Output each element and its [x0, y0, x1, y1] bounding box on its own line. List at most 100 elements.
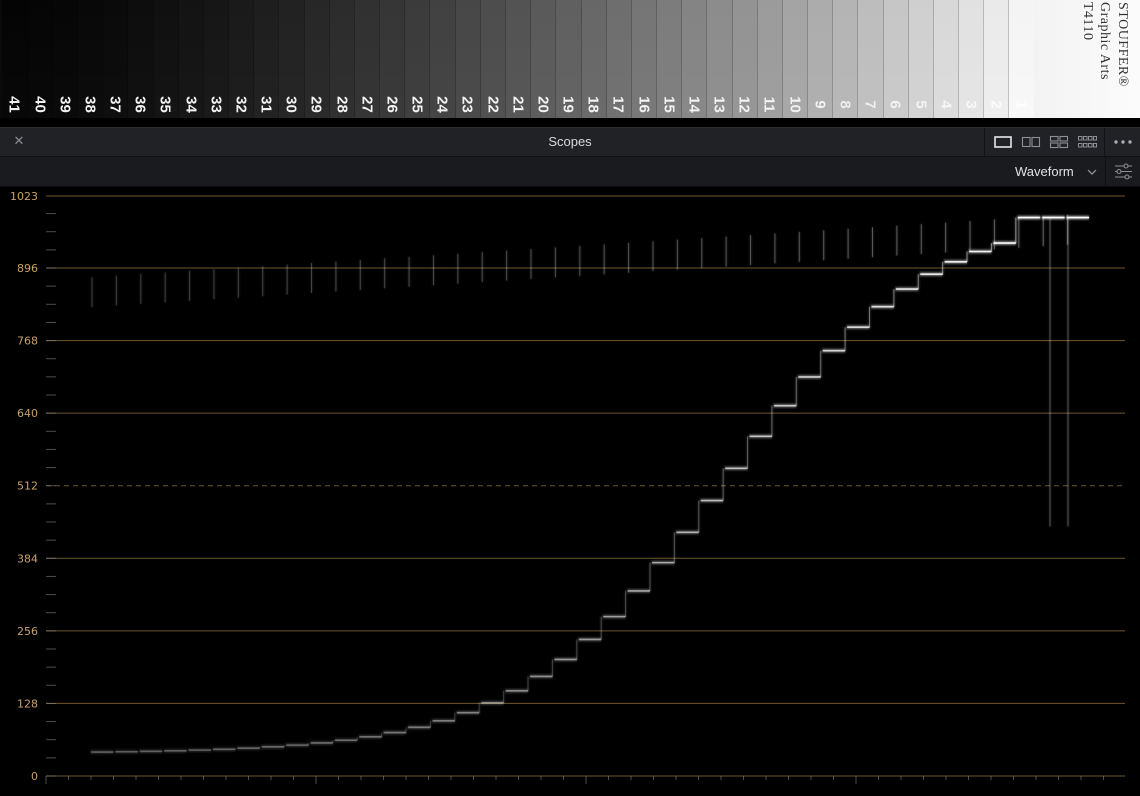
- wedge-step-number: 4: [937, 100, 955, 109]
- axis-label-256: 256: [17, 625, 38, 638]
- panel-title: Scopes: [548, 134, 592, 149]
- close-icon[interactable]: ✕: [10, 133, 28, 151]
- axis-label-0: 0: [31, 770, 38, 783]
- wedge-step-number: 37: [106, 96, 124, 113]
- wedge-step-number: 24: [433, 96, 451, 113]
- wedge-step: 23: [455, 0, 481, 118]
- wedge-step-number: 10: [786, 96, 804, 113]
- wedge-step: 18: [580, 0, 607, 118]
- wedge-step: 15: [656, 0, 683, 118]
- wedge-step-number: 14: [685, 96, 703, 113]
- wedge-step: 12: [731, 0, 758, 118]
- wedge-step-number: 21: [509, 96, 527, 113]
- wedge-step: 28: [329, 0, 355, 118]
- more-options-icon[interactable]: [1108, 128, 1140, 156]
- wedge-step: 17: [606, 0, 632, 118]
- axis-label-384: 384: [17, 552, 38, 565]
- wedge-step-number: 33: [207, 96, 225, 113]
- wedge-step: 13: [706, 0, 733, 118]
- wedge-step-number: 20: [534, 96, 552, 113]
- wedge-step: 8: [832, 0, 859, 118]
- wedge-step-number: 19: [559, 96, 577, 113]
- wedge-step-number: 22: [484, 96, 502, 113]
- wedge-step: 33: [203, 0, 230, 118]
- chevron-down-icon: [1087, 169, 1097, 175]
- wedge-step: 41: [2, 0, 28, 118]
- axis-label-896: 896: [17, 262, 38, 275]
- app-root: 1 2 3 4 5 6 7 8 9 10 11 12 13 14 15 16 17 18 19 20 21 22 23 24 2…: [0, 0, 1140, 796]
- wedge-step: 1: [1008, 0, 1035, 118]
- axis-label-512: 512: [17, 480, 38, 493]
- wedge-step: 6: [882, 0, 909, 118]
- wedge-step-number: 23: [458, 96, 476, 113]
- wedge-step: 5: [908, 0, 934, 118]
- wedge-step-number: 7: [861, 100, 879, 109]
- scope-type-dropdown[interactable]: Waveform: [1008, 157, 1104, 186]
- settings-sliders-icon[interactable]: [1105, 157, 1140, 186]
- layout-switcher: [984, 128, 1105, 156]
- wedge-step-number: 8: [836, 100, 854, 109]
- wedge-step-number: 12: [735, 96, 753, 113]
- wedge-step-number: 36: [131, 96, 149, 113]
- dual-view-icon[interactable]: [1019, 134, 1043, 150]
- wedge-step: 26: [379, 0, 406, 118]
- wedge-step: 20: [530, 0, 557, 118]
- wedge-step-number: 9: [811, 100, 829, 109]
- wedge-step: 27: [354, 0, 381, 118]
- wedge-step: 4: [933, 0, 960, 118]
- wedge-step-number: 27: [358, 96, 376, 113]
- wedge-step-number: 31: [257, 96, 275, 113]
- wedge-step-number: 39: [56, 96, 74, 113]
- waveform-graticule: 1023 896 768 640 512 384 256 128 0: [10, 190, 1125, 784]
- wedge-step: 22: [480, 0, 506, 118]
- quad-view-icon[interactable]: [1047, 134, 1071, 150]
- axis-label-640: 640: [17, 407, 38, 420]
- brand-line-3: T4110: [1080, 2, 1095, 41]
- scope-type-label: Waveform: [1015, 164, 1074, 179]
- wedge-step-number: 16: [635, 96, 653, 113]
- wedge-step: 35: [153, 0, 179, 118]
- wedge-step: 38: [77, 0, 104, 118]
- wedge-step-number: 32: [232, 96, 250, 113]
- stouffer-label: STOUFFER® Graphic Arts T4110: [1074, 2, 1134, 114]
- multi-view-icon[interactable]: [1075, 134, 1099, 150]
- wedge-step-number: 26: [383, 96, 401, 113]
- brand-line-2: Graphic Arts: [1097, 2, 1112, 80]
- wedge-step-number: 1: [1012, 100, 1030, 109]
- wedge-step: 3: [958, 0, 985, 118]
- wedge-step: 34: [178, 0, 204, 118]
- scopes-panel-header: ✕ Scopes: [0, 127, 1140, 157]
- wedge-step-number: 28: [333, 96, 351, 113]
- wedge-step-number: 2: [987, 100, 1005, 109]
- wedge-step-number: 18: [584, 96, 602, 113]
- wedge-step: 30: [278, 0, 305, 118]
- wedge-step-number: 11: [760, 96, 778, 113]
- wedge-step: 19: [555, 0, 582, 118]
- wedge-step: 31: [253, 0, 280, 118]
- wedge-step-number: 35: [156, 96, 174, 113]
- wedge-step-number: 38: [81, 96, 99, 113]
- wedge-step: 29: [304, 0, 330, 118]
- scope-toolbar: Waveform: [0, 157, 1140, 187]
- wedge-step: 10: [782, 0, 809, 118]
- axis-label-128: 128: [17, 697, 38, 710]
- brand-line-1: STOUFFER®: [1115, 2, 1130, 87]
- wedge-step: 7: [857, 0, 884, 118]
- wedge-step: 39: [52, 0, 79, 118]
- wedge-step-number: 29: [307, 96, 325, 113]
- wedge-step-number: 25: [408, 96, 426, 113]
- wedge-step: 9: [807, 0, 834, 118]
- axis-label-768: 768: [17, 335, 38, 348]
- wedge-step: 40: [27, 0, 53, 118]
- wedge-step: 2: [983, 0, 1010, 118]
- wedge-step-number: 30: [282, 96, 300, 113]
- waveform-scope[interactable]: 1023 896 768 640 512 384 256 128 0: [0, 187, 1140, 796]
- wedge-step: 16: [631, 0, 658, 118]
- single-view-icon[interactable]: [991, 134, 1015, 150]
- wedge-step-number: 15: [660, 96, 678, 113]
- wedge-step-number: 17: [609, 96, 627, 113]
- wedge-step-number: 41: [5, 96, 23, 113]
- step-wedge-image: 1 2 3 4 5 6 7 8 9 10 11 12 13 14 15 16 17 18 19 20 21 22 23 24 2…: [0, 0, 1140, 118]
- wedge-step: 14: [681, 0, 708, 118]
- wedge-step: 37: [102, 0, 129, 118]
